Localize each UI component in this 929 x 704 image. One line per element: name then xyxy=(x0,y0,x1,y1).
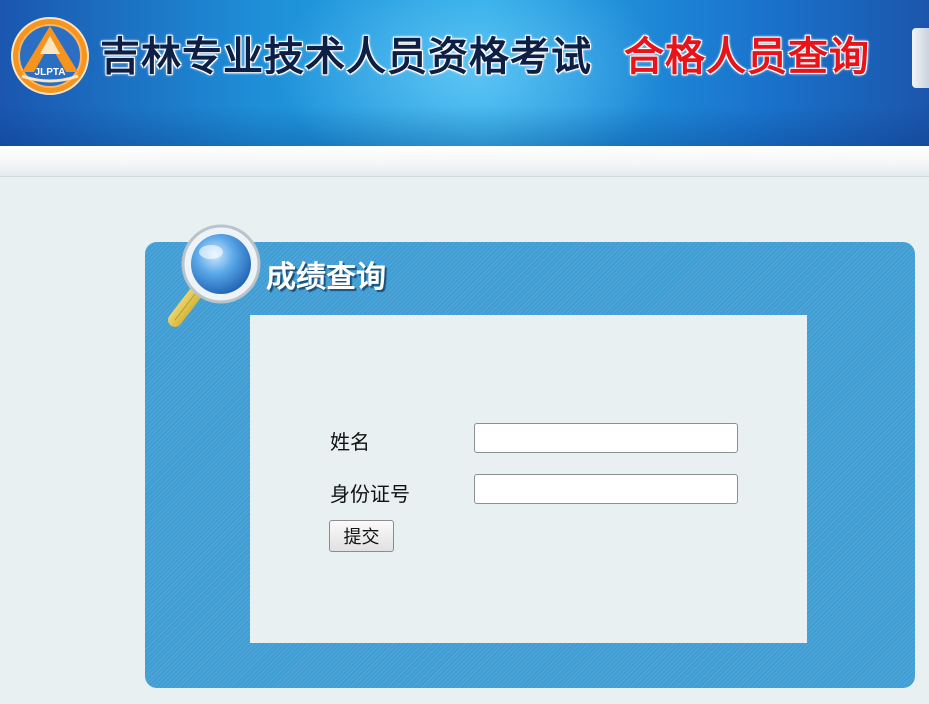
header-banner: JLPTA 吉林专业技术人员资格考试 合格人员查询 xyxy=(0,0,929,146)
submit-button[interactable]: 提交 xyxy=(329,520,394,552)
logo-text: JLPTA xyxy=(35,67,66,78)
name-label: 姓名 xyxy=(330,430,370,454)
id-number-label: 身份证号 xyxy=(330,482,410,506)
panel-title: 成绩查询 xyxy=(266,260,386,295)
name-input[interactable] xyxy=(474,423,738,453)
jlpta-logo-icon: JLPTA xyxy=(11,17,89,95)
id-number-input[interactable] xyxy=(474,474,738,504)
header-divider-band xyxy=(0,146,929,177)
magnifier-icon xyxy=(168,224,261,327)
banner-edge-decoration xyxy=(912,28,929,88)
site-title: 吉林专业技术人员资格考试 xyxy=(100,33,592,80)
page-subtitle: 合格人员查询 xyxy=(624,33,870,80)
